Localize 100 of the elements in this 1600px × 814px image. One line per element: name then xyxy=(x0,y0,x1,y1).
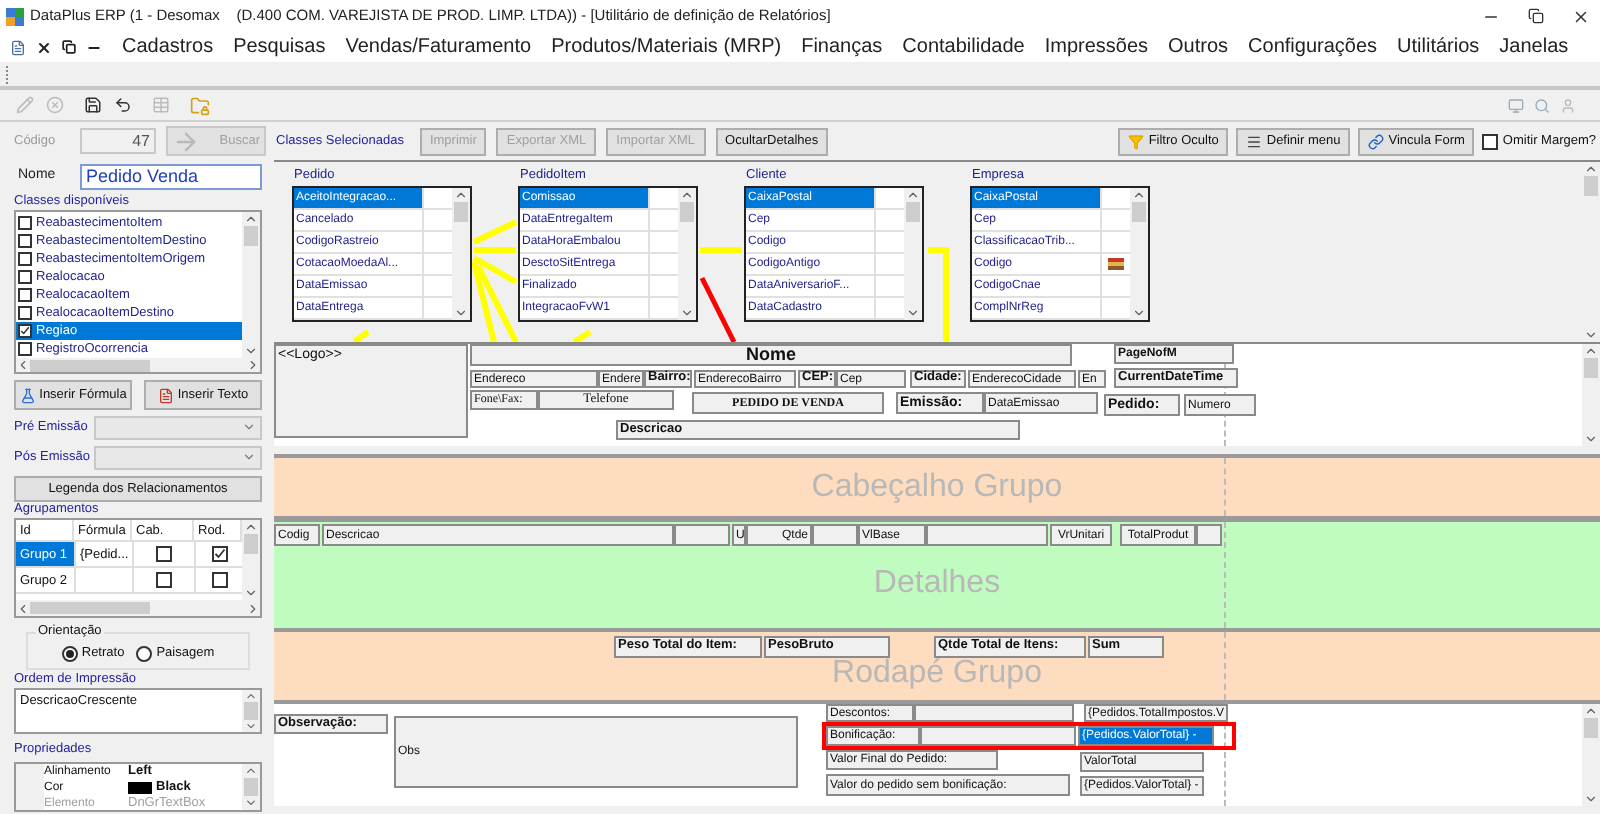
menu-item[interactable]: Janelas xyxy=(1499,32,1569,62)
scroll-down-icon[interactable] xyxy=(244,796,258,810)
close-icon[interactable] xyxy=(1572,7,1590,25)
scroll-up-icon[interactable] xyxy=(244,690,258,703)
menu-item[interactable]: Outros xyxy=(1168,32,1229,62)
menu-item[interactable]: Finanças xyxy=(801,32,883,62)
vertical-scrollbar[interactable] xyxy=(904,188,922,320)
vertical-scrollbar[interactable] xyxy=(452,188,470,320)
checkbox[interactable] xyxy=(18,306,32,320)
scroll-thumb[interactable] xyxy=(1584,718,1598,738)
menu-item[interactable]: Impressões xyxy=(1044,32,1149,62)
scroll-thumb[interactable] xyxy=(244,777,258,797)
close-icon[interactable] xyxy=(36,39,52,55)
vertical-scrollbar[interactable] xyxy=(242,520,260,600)
vertical-scrollbar[interactable] xyxy=(1582,162,1600,342)
blank-field[interactable] xyxy=(1196,524,1222,546)
blank-field[interactable] xyxy=(674,524,730,546)
vertical-scrollbar[interactable] xyxy=(242,690,260,732)
scroll-down-icon[interactable] xyxy=(1584,432,1598,446)
checkbox[interactable] xyxy=(1482,133,1499,149)
document-icon[interactable] xyxy=(10,39,26,55)
blank-field[interactable] xyxy=(812,524,858,546)
undo-icon[interactable] xyxy=(114,96,132,114)
scroll-down-icon[interactable] xyxy=(906,306,920,320)
scroll-down-icon[interactable] xyxy=(244,719,258,732)
save-icon[interactable] xyxy=(84,96,102,114)
vertical-scrollbar[interactable] xyxy=(1582,344,1600,446)
vertical-scrollbar[interactable] xyxy=(1582,704,1600,806)
menu-item[interactable]: Configurações xyxy=(1248,32,1378,62)
scroll-thumb[interactable] xyxy=(680,202,694,222)
checkbox[interactable] xyxy=(211,546,227,562)
scroll-up-icon[interactable] xyxy=(1584,344,1598,358)
restore-icon[interactable] xyxy=(62,40,76,54)
scroll-left-icon[interactable] xyxy=(16,358,30,372)
checkbox[interactable] xyxy=(156,546,172,562)
radio-button[interactable] xyxy=(136,645,153,661)
menu-item[interactable]: Cadastros xyxy=(122,32,214,62)
scroll-up-icon[interactable] xyxy=(1132,188,1146,202)
checkbox[interactable] xyxy=(18,252,32,266)
blank-field[interactable] xyxy=(914,704,1074,722)
scroll-thumb[interactable] xyxy=(244,702,258,720)
scroll-thumb[interactable] xyxy=(244,534,258,554)
scroll-up-icon[interactable] xyxy=(244,212,258,226)
restore-icon[interactable] xyxy=(1528,8,1544,24)
horizontal-scrollbar[interactable] xyxy=(16,600,260,616)
scroll-up-icon[interactable] xyxy=(1584,162,1598,176)
scroll-up-icon[interactable] xyxy=(906,188,920,202)
name-field[interactable]: Pedido Venda xyxy=(80,163,262,189)
scroll-thumb[interactable] xyxy=(30,359,150,371)
flask-icon xyxy=(19,387,36,403)
checkbox[interactable] xyxy=(18,288,32,302)
checkbox[interactable] xyxy=(18,342,32,356)
checkbox[interactable] xyxy=(156,572,172,588)
horizontal-scrollbar[interactable] xyxy=(16,358,260,372)
scroll-thumb[interactable] xyxy=(30,602,150,614)
chevron-icon xyxy=(242,450,256,464)
scroll-down-icon[interactable] xyxy=(680,306,694,320)
scroll-right-icon[interactable] xyxy=(246,358,260,372)
scroll-up-icon[interactable] xyxy=(454,188,468,202)
menu-item[interactable]: Contabilidade xyxy=(902,32,1025,62)
band-title: Cabeçalho Grupo xyxy=(811,467,1063,507)
scroll-down-icon[interactable] xyxy=(244,344,258,358)
scroll-down-icon[interactable] xyxy=(1584,328,1598,342)
checkbox[interactable] xyxy=(18,234,32,248)
report-field[interactable]: Nome xyxy=(470,344,1072,366)
menu-item[interactable]: Pesquisas xyxy=(233,32,326,62)
scroll-up-icon[interactable] xyxy=(680,188,694,202)
connector-line xyxy=(699,276,737,344)
app-logo-icon xyxy=(6,7,24,25)
scroll-thumb[interactable] xyxy=(244,226,258,246)
scroll-down-icon[interactable] xyxy=(454,306,468,320)
scroll-thumb[interactable] xyxy=(906,202,920,222)
scroll-right-icon[interactable] xyxy=(246,601,260,615)
scroll-up-icon[interactable] xyxy=(244,520,258,534)
scroll-thumb[interactable] xyxy=(1584,358,1598,378)
menu-item[interactable]: Vendas/Faturamento xyxy=(345,32,532,62)
scroll-up-icon[interactable] xyxy=(1584,704,1598,718)
checkbox[interactable] xyxy=(18,324,32,338)
vertical-scrollbar[interactable] xyxy=(242,212,260,358)
blank-field[interactable] xyxy=(920,726,1076,746)
menu-item[interactable]: Utilitários xyxy=(1397,32,1480,62)
menu-item[interactable]: Produtos/Materiais (MRP) xyxy=(551,32,782,62)
radio-button[interactable] xyxy=(61,645,78,661)
vertical-scrollbar[interactable] xyxy=(242,764,260,810)
vertical-scrollbar[interactable] xyxy=(1130,188,1148,320)
scroll-down-icon[interactable] xyxy=(1132,306,1146,320)
scroll-down-icon[interactable] xyxy=(244,586,258,600)
funnel-icon xyxy=(1128,133,1145,149)
blank-field[interactable] xyxy=(926,524,1048,546)
checkbox[interactable] xyxy=(18,270,32,284)
checkbox[interactable] xyxy=(211,572,227,588)
scroll-down-icon[interactable] xyxy=(1584,792,1598,806)
scroll-left-icon[interactable] xyxy=(16,601,30,615)
scroll-thumb[interactable] xyxy=(454,202,468,222)
scroll-thumb[interactable] xyxy=(1584,176,1598,196)
checkbox[interactable] xyxy=(18,216,32,230)
connector-line xyxy=(572,329,592,344)
scroll-thumb[interactable] xyxy=(1132,202,1146,222)
scroll-up-icon[interactable] xyxy=(244,764,258,778)
vertical-scrollbar[interactable] xyxy=(678,188,696,320)
